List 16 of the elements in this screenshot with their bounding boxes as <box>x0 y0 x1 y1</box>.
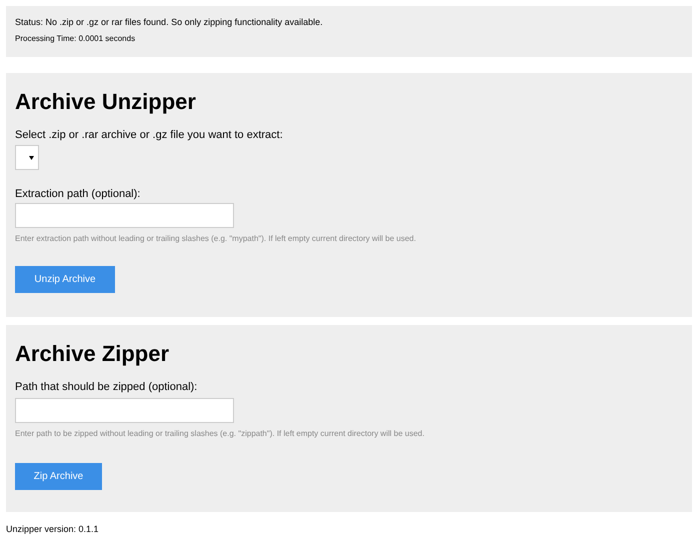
processing-time: Processing Time: 0.0001 seconds <box>15 34 136 44</box>
section-title: Archive Unzipper <box>15 89 196 115</box>
hint-text: Enter path to be zipped without leading or trailing slashes (e.g. "zippath"). If left empty current directory will be used. <box>15 429 424 439</box>
unzip-button[interactable]: Unzip Archive <box>15 266 115 293</box>
section-title: Archive Zipper <box>15 341 170 367</box>
version-text: Unzipper version: 0.1.1 <box>6 524 100 535</box>
zip-button[interactable]: Zip Archive <box>15 463 102 490</box>
extraction-path-field[interactable] <box>15 203 234 228</box>
hint-text: Enter extraction path without leading or trailing slashes (e.g. "mypath"). If left empty current directory will be used. <box>15 234 416 244</box>
path-label: Extraction path (optional): <box>15 188 140 201</box>
path-label: Path that should be zipped (optional): <box>15 381 198 394</box>
archive-dropdown[interactable] <box>15 145 39 170</box>
status-message: Status: No .zip or .gz or rar files found. So only zipping functionality available. <box>15 17 324 28</box>
select-label: Select .zip or .rar archive or .gz file you want to extract: <box>15 129 283 142</box>
zip-path-field[interactable] <box>15 398 234 423</box>
caret-icon <box>29 156 34 160</box>
